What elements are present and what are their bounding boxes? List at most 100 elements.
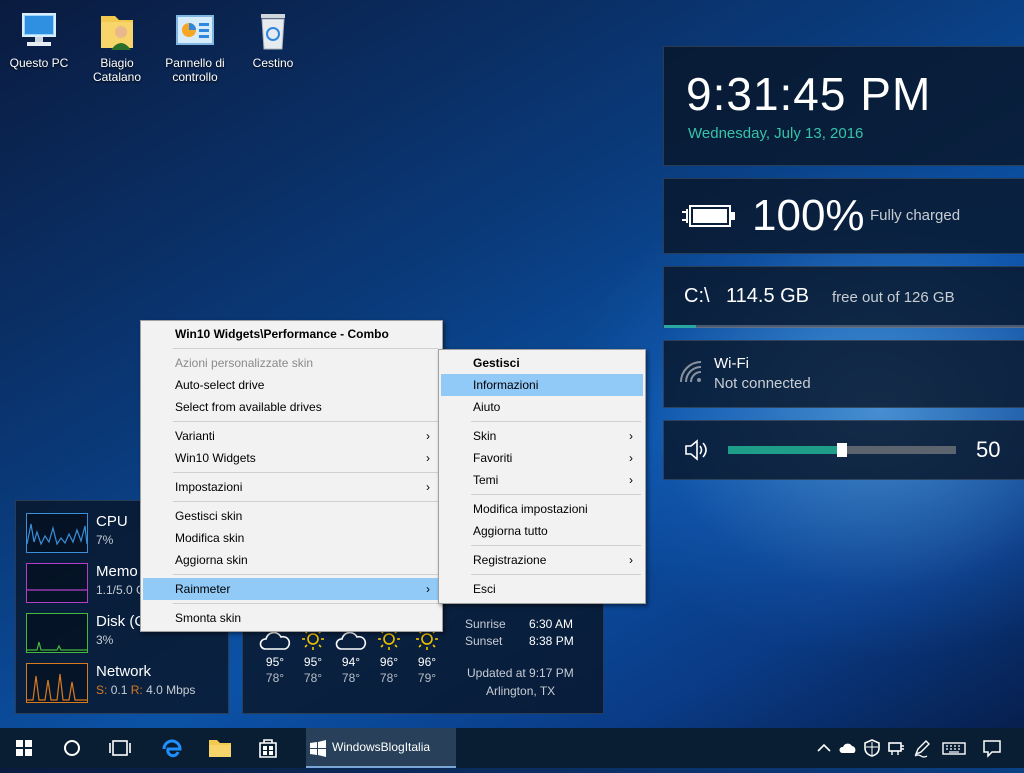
volume-widget[interactable]: 50 bbox=[663, 420, 1024, 480]
menu-item-custom-actions: Azioni personalizzate skin bbox=[143, 352, 440, 374]
taskbar-app-label: WindowsBlogItalia bbox=[332, 740, 431, 754]
menu-item-aggiorna-skin[interactable]: Aggiorna skin bbox=[143, 549, 440, 571]
submenu-item-informazioni[interactable]: Informazioni bbox=[441, 374, 643, 396]
edge-browser-icon bbox=[162, 739, 182, 758]
menu-separator bbox=[471, 545, 641, 546]
chevron-up-icon[interactable] bbox=[814, 738, 834, 758]
context-menu: Win10 Widgets\Performance - Combo Azioni… bbox=[140, 320, 443, 632]
menu-item-label: Esci bbox=[473, 582, 496, 596]
submenu-item-gestisci[interactable]: Gestisci bbox=[441, 352, 643, 374]
menu-item-label: Gestisci bbox=[473, 356, 520, 370]
forecast-low: 78° bbox=[341, 671, 361, 685]
battery-widget[interactable]: 100% Fully charged bbox=[663, 178, 1024, 254]
submenu-item-aggiorna-tutto[interactable]: Aggiorna tutto bbox=[441, 520, 643, 542]
disk-widget[interactable]: C:\ 114.5 GB free out of 126 GB bbox=[663, 266, 1024, 328]
cortana-circle-icon bbox=[64, 740, 80, 756]
recycle-bin-icon bbox=[251, 10, 295, 52]
forecast-day: 94° 78° bbox=[333, 627, 369, 685]
menu-item-select-drives[interactable]: Select from available drives bbox=[143, 396, 440, 418]
start-button[interactable] bbox=[0, 728, 48, 768]
desktop-icon-recycle-bin[interactable]: Cestino bbox=[236, 10, 310, 70]
battery-icon bbox=[680, 201, 738, 236]
menu-item-smonta-skin[interactable]: Smonta skin bbox=[143, 607, 440, 629]
volume-slider[interactable] bbox=[728, 443, 956, 457]
menu-item-label: Auto-select drive bbox=[175, 378, 265, 392]
cloud-icon bbox=[259, 631, 291, 650]
network-graph bbox=[26, 663, 88, 703]
disk-drive-letter: C:\ bbox=[684, 285, 710, 307]
menu-item-label: Informazioni bbox=[473, 378, 539, 392]
desktop-icon-label: Biagio Catalano bbox=[92, 56, 142, 84]
taskbar-app-windowsblogitalia[interactable]: WindowsBlogItalia bbox=[306, 728, 456, 768]
menu-item-label: Modifica impostazioni bbox=[473, 502, 588, 516]
submenu-item-aiuto[interactable]: Aiuto bbox=[441, 396, 643, 418]
menu-title[interactable]: Win10 Widgets\Performance - Combo bbox=[143, 323, 440, 345]
keyboard-icon[interactable] bbox=[942, 738, 966, 758]
forecast-day: 96° 79° bbox=[409, 627, 445, 685]
onedrive-cloud-icon[interactable] bbox=[838, 738, 858, 758]
sunrise-label: Sunrise bbox=[465, 617, 506, 631]
submenu-item-skin[interactable]: Skin › bbox=[441, 425, 643, 447]
chevron-right-icon: › bbox=[629, 553, 633, 567]
shield-icon[interactable] bbox=[862, 738, 882, 758]
user-folder-icon bbox=[95, 10, 139, 52]
menu-item-label: Modifica skin bbox=[175, 531, 245, 545]
menu-item-label: Smonta skin bbox=[175, 611, 242, 625]
submenu-item-registrazione[interactable]: Registrazione › bbox=[441, 549, 643, 571]
menu-separator bbox=[471, 574, 641, 575]
desktop-icon-user-folder[interactable]: Biagio Catalano bbox=[80, 10, 154, 84]
forecast-high: 96° bbox=[417, 655, 437, 669]
menu-item-label: Varianti bbox=[175, 429, 215, 443]
menu-item-rainmeter[interactable]: Rainmeter › bbox=[143, 578, 440, 600]
menu-item-win10-widgets[interactable]: Win10 Widgets › bbox=[143, 447, 440, 469]
menu-item-varianti[interactable]: Varianti › bbox=[143, 425, 440, 447]
menu-item-modifica-skin[interactable]: Modifica skin bbox=[143, 527, 440, 549]
weather-location: Arlington, TX bbox=[486, 684, 556, 698]
wifi-widget[interactable]: Wi-Fi Not connected bbox=[663, 340, 1024, 408]
perf-value: S: 0.1 R: 4.0 Mbps bbox=[96, 683, 195, 697]
desktop-icon-control-panel[interactable]: Pannello di controllo bbox=[158, 10, 232, 84]
menu-separator bbox=[173, 421, 438, 422]
submenu-item-esci[interactable]: Esci bbox=[441, 578, 643, 600]
desktop-icon-questo-pc[interactable]: Questo PC bbox=[2, 10, 76, 70]
network-send-value: 0.1 bbox=[110, 683, 128, 697]
forecast-high: 95° bbox=[265, 655, 285, 669]
desktop-icon-label: Cestino bbox=[252, 56, 294, 70]
submenu-item-modifica-impostazioni[interactable]: Modifica impostazioni bbox=[441, 498, 643, 520]
chevron-right-icon: › bbox=[629, 429, 633, 443]
chevron-right-icon: › bbox=[426, 451, 430, 465]
menu-item-label: Favoriti bbox=[473, 451, 513, 465]
submenu-item-favoriti[interactable]: Favoriti › bbox=[441, 447, 643, 469]
file-explorer-button[interactable] bbox=[196, 728, 244, 768]
menu-item-auto-select-drive[interactable]: Auto-select drive bbox=[143, 374, 440, 396]
cortana-button[interactable] bbox=[48, 728, 96, 768]
forecast-low: 78° bbox=[303, 671, 323, 685]
menu-item-label: Temi bbox=[473, 473, 499, 487]
volume-slider-knob[interactable] bbox=[837, 443, 847, 457]
menu-item-label: Registrazione bbox=[473, 553, 547, 567]
store-button[interactable] bbox=[244, 728, 292, 768]
clock-widget[interactable]: 9:31:45 PM Wednesday, July 13, 2016 bbox=[663, 46, 1024, 166]
network-receive-label: R: bbox=[130, 683, 143, 697]
menu-item-impostazioni[interactable]: Impostazioni › bbox=[143, 476, 440, 498]
task-view-button[interactable] bbox=[96, 728, 144, 768]
windows-logo-icon bbox=[16, 740, 32, 756]
pen-icon[interactable] bbox=[912, 738, 932, 758]
perf-value: 1.1/5.0 G bbox=[96, 583, 146, 597]
speaker-icon[interactable] bbox=[684, 439, 710, 466]
edge-button[interactable] bbox=[148, 728, 196, 768]
cpu-graph bbox=[26, 513, 88, 553]
notification-icon[interactable] bbox=[982, 738, 1002, 758]
menu-item-label: Rainmeter bbox=[175, 582, 231, 596]
desktop-icon-label: Pannello di controllo bbox=[165, 56, 225, 84]
menu-item-gestisci-skin[interactable]: Gestisci skin bbox=[143, 505, 440, 527]
forecast-day: 95° 78° bbox=[257, 627, 293, 685]
submenu-item-temi[interactable]: Temi › bbox=[441, 469, 643, 491]
menu-item-label: Aggiorna skin bbox=[175, 553, 248, 567]
disk-free-size: 114.5 GB bbox=[726, 285, 810, 307]
menu-item-label: Aggiorna tutto bbox=[473, 524, 548, 538]
perf-title: Memo bbox=[96, 563, 138, 580]
network-send-label: S: bbox=[96, 683, 108, 697]
projector-icon[interactable] bbox=[886, 738, 906, 758]
menu-separator bbox=[173, 603, 438, 604]
